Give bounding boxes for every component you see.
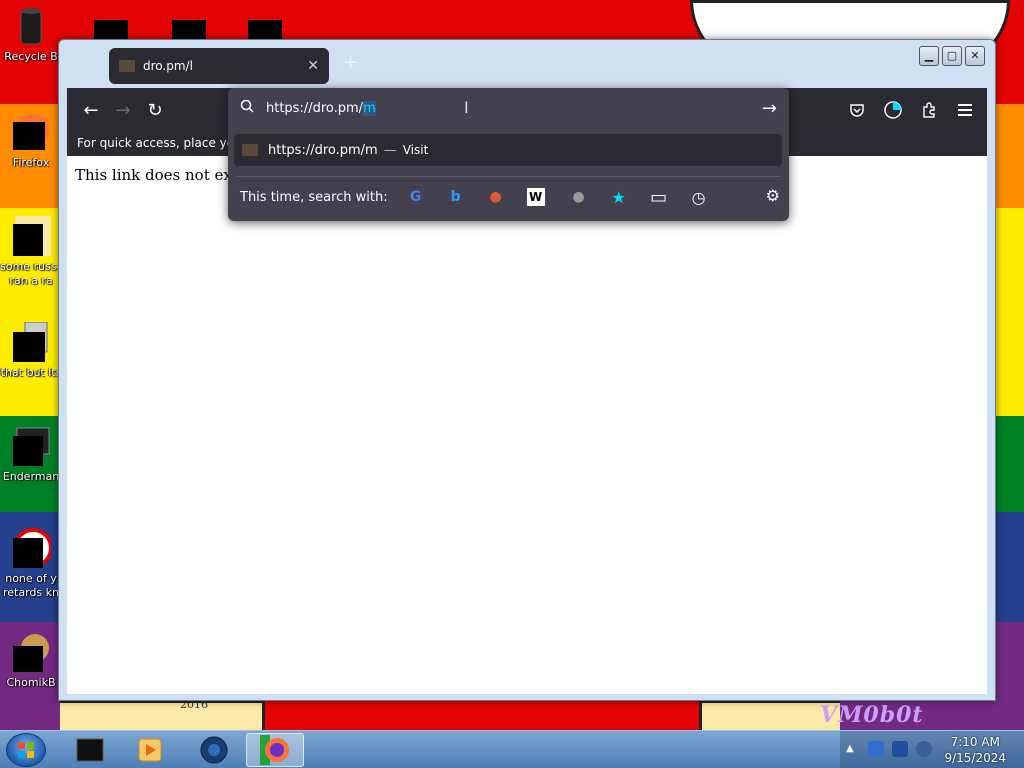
desktop-icon-chomik[interactable]: ChomikB xyxy=(0,632,62,690)
desktop-icon-media[interactable]: none of y retards kn xyxy=(0,528,62,600)
suggestion-favicon-icon xyxy=(242,144,258,156)
wikipedia-icon[interactable]: W xyxy=(526,188,545,206)
tray-shield-icon[interactable] xyxy=(868,741,884,757)
duckduckgo-icon[interactable]: ● xyxy=(484,185,508,209)
url-input[interactable]: https://dro.pm/m I → xyxy=(228,88,789,128)
media-icon xyxy=(13,528,51,568)
suggestion-url: https://dro.pm/m xyxy=(268,142,378,158)
clock-date: 9/15/2024 xyxy=(944,751,1006,765)
tray-expand-icon[interactable]: ▲ xyxy=(846,743,854,754)
desktop-icon-enderman[interactable]: Enderman xyxy=(0,426,62,484)
url-typed: https://dro.pm/ xyxy=(266,100,364,116)
new-tab-button[interactable]: + xyxy=(343,52,358,73)
desktop-icon-firefox[interactable]: Firefox xyxy=(0,112,62,170)
maximize-button[interactable]: ▢ xyxy=(942,46,962,66)
bookmarks-star-icon[interactable]: ★ xyxy=(607,185,631,209)
taskbar-item-globe[interactable] xyxy=(186,733,242,767)
desktop-icon-label-line2: ran a ra xyxy=(9,274,53,287)
tab-close-icon[interactable]: ✕ xyxy=(307,58,319,74)
tray-network-icon[interactable] xyxy=(892,741,908,757)
text-cursor-icon: I xyxy=(464,98,469,117)
menu-icon[interactable] xyxy=(949,94,981,126)
suggestion-action: Visit xyxy=(402,143,429,157)
reload-button[interactable]: ↻ xyxy=(139,94,171,126)
bing-icon[interactable]: b xyxy=(444,185,468,209)
page-message: This link does not exist xyxy=(75,166,251,184)
firefox-icon xyxy=(13,114,49,150)
desktop-icon-label: Enderman xyxy=(2,470,60,483)
url-suggestion[interactable]: https://dro.pm/m — Visit xyxy=(234,134,782,166)
urlbar-dropdown: https://dro.pm/m I → https://dro.pm/m — … xyxy=(228,88,789,221)
browser-tab[interactable]: dro.pm/l ✕ xyxy=(109,48,329,84)
go-arrow-icon[interactable]: → xyxy=(762,98,777,119)
recycle-bin-icon xyxy=(20,8,42,45)
toolbar-right xyxy=(841,94,981,126)
forward-button[interactable]: → xyxy=(107,94,139,126)
taskbar-item-media-player[interactable] xyxy=(122,733,178,767)
taskbar: ▲ 7:10 AM 9/15/2024 xyxy=(0,730,1024,768)
terminal-icon xyxy=(13,427,50,466)
desktop-icon-folder[interactable]: that but its xyxy=(0,322,62,380)
pocket-icon[interactable] xyxy=(841,94,873,126)
taskbar-clock[interactable]: 7:10 AM 9/15/2024 xyxy=(944,734,1006,766)
firefox-icon xyxy=(260,735,289,765)
google-icon[interactable]: G xyxy=(404,185,428,209)
wallpaper-cartoon xyxy=(262,700,702,730)
folder-icon xyxy=(76,738,104,762)
search-settings-icon[interactable]: ⚙ xyxy=(766,186,780,205)
tray-volume-icon[interactable] xyxy=(916,741,932,757)
shortcut-icon xyxy=(13,216,51,256)
clock-time: 7:10 AM xyxy=(950,735,1000,749)
desktop-icon-recycle-bin[interactable]: Recycle B xyxy=(0,6,62,64)
page-content: This link does not exist xyxy=(67,156,987,694)
desktop-icon-label: Recycle B xyxy=(4,50,58,63)
suggestion-separator: — xyxy=(383,142,397,158)
minimize-button[interactable]: ▁ xyxy=(919,46,939,66)
taskbar-item-firefox[interactable] xyxy=(246,733,304,767)
windows-logo-icon xyxy=(18,742,34,758)
desktop-icon-label: none of y xyxy=(5,572,57,585)
tab-title: dro.pm/l xyxy=(143,59,193,73)
desktop-icon-label: Firefox xyxy=(12,156,50,169)
extensions-icon[interactable] xyxy=(913,94,945,126)
dropdown-divider xyxy=(236,176,781,177)
start-button[interactable] xyxy=(6,733,46,767)
account-icon[interactable] xyxy=(877,94,909,126)
tab-favicon-icon xyxy=(119,60,135,72)
wallpaper-watermark: VM0b0t xyxy=(820,702,924,728)
back-button[interactable]: ← xyxy=(75,94,107,126)
globe-icon xyxy=(200,736,228,764)
taskbar-item-explorer[interactable] xyxy=(62,733,118,767)
desktop-icon-label: that but its xyxy=(0,366,62,379)
tabs-icon[interactable]: ▭ xyxy=(647,185,671,209)
search-engine-icon[interactable]: ● xyxy=(567,185,591,209)
window-controls: ▁ ▢ ✕ xyxy=(919,46,985,66)
folder-icon xyxy=(13,322,48,362)
url-text: https://dro.pm/m xyxy=(266,100,762,116)
media-player-icon xyxy=(138,738,162,762)
search-icon xyxy=(240,99,256,117)
desktop-icon-label-line2: retards kn xyxy=(3,586,59,599)
history-icon[interactable]: ◷ xyxy=(687,185,711,209)
desktop-icon-label: ChomikB xyxy=(6,676,56,689)
window-titlebar[interactable]: dro.pm/l ✕ + ▁ ▢ ✕ xyxy=(59,40,995,88)
search-engine-row: This time, search with: G b ● W ● ★ ▭ ◷ … xyxy=(240,184,780,210)
hamster-icon xyxy=(13,634,49,672)
desktop-icon-label: some russ... xyxy=(0,260,62,273)
close-window-button[interactable]: ✕ xyxy=(965,46,985,66)
search-with-label: This time, search with: xyxy=(240,189,388,205)
url-autocomplete-selection: m xyxy=(363,100,376,116)
desktop-icon-shortcut-russ[interactable]: some russ... ran a ra xyxy=(0,216,62,288)
system-tray: ▲ 7:10 AM 9/15/2024 xyxy=(840,731,1024,768)
